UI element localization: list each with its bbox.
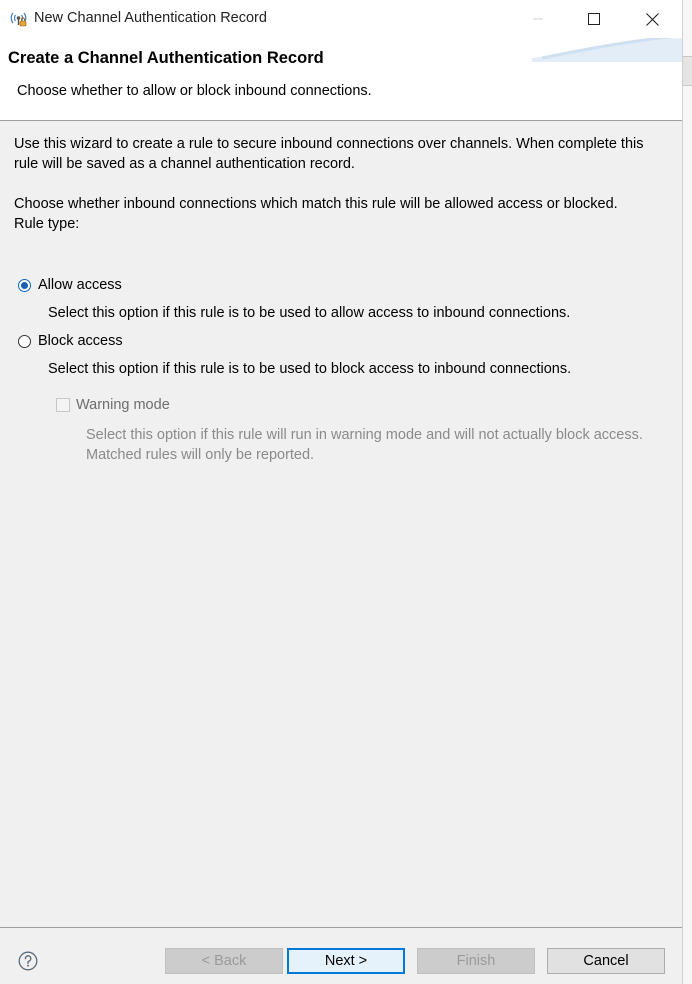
warning-mode-description: Select this option if this rule will run… (86, 427, 643, 463)
warning-mode-checkbox[interactable]: Warning mode (56, 397, 170, 413)
checkbox-icon[interactable] (56, 398, 70, 412)
allow-access-radio[interactable]: Allow access (18, 277, 122, 293)
page-title: Create a Channel Authentication Record (8, 49, 324, 67)
window-edge (682, 0, 692, 984)
allow-access-description: Select this option if this rule is to be… (48, 305, 571, 321)
rule-type-label: Rule type: (14, 216, 80, 232)
allow-access-label[interactable]: Allow access (38, 277, 122, 293)
window-title-bar[interactable]: New Channel Authentication Record (0, 0, 682, 38)
close-icon (645, 12, 659, 26)
question-text: Choose whether inbound connections which… (14, 196, 618, 212)
help-button[interactable] (18, 951, 38, 971)
footer-divider (0, 927, 682, 928)
banner-swoosh-graphic (532, 38, 682, 62)
radio-unselected-icon[interactable] (18, 334, 31, 348)
next-button[interactable]: Next > (287, 948, 405, 974)
block-access-label[interactable]: Block access (38, 333, 123, 349)
close-button[interactable] (624, 0, 680, 38)
minimize-icon (533, 18, 543, 20)
page-subtitle: Choose whether to allow or block inbound… (17, 83, 372, 99)
block-access-description: Select this option if this rule is to be… (48, 361, 572, 377)
back-button[interactable]: < Back (165, 948, 283, 974)
warning-mode-label: Warning mode (76, 397, 170, 413)
wizard-content: Use this wizard to create a rule to secu… (14, 134, 669, 234)
finish-button[interactable]: Finish (417, 948, 535, 974)
help-icon (18, 951, 38, 971)
minimize-button[interactable] (510, 0, 566, 38)
maximize-button[interactable] (566, 0, 622, 38)
block-access-radio[interactable]: Block access (18, 333, 123, 349)
intro-text: Use this wizard to create a rule to secu… (14, 136, 644, 172)
cancel-button[interactable]: Cancel (547, 948, 665, 974)
radio-selected-icon[interactable] (18, 278, 31, 292)
window-title: New Channel Authentication Record (34, 10, 267, 26)
channel-auth-app-icon (9, 9, 29, 29)
wizard-header: Create a Channel Authentication Record C… (0, 38, 682, 121)
maximize-icon (588, 13, 600, 25)
